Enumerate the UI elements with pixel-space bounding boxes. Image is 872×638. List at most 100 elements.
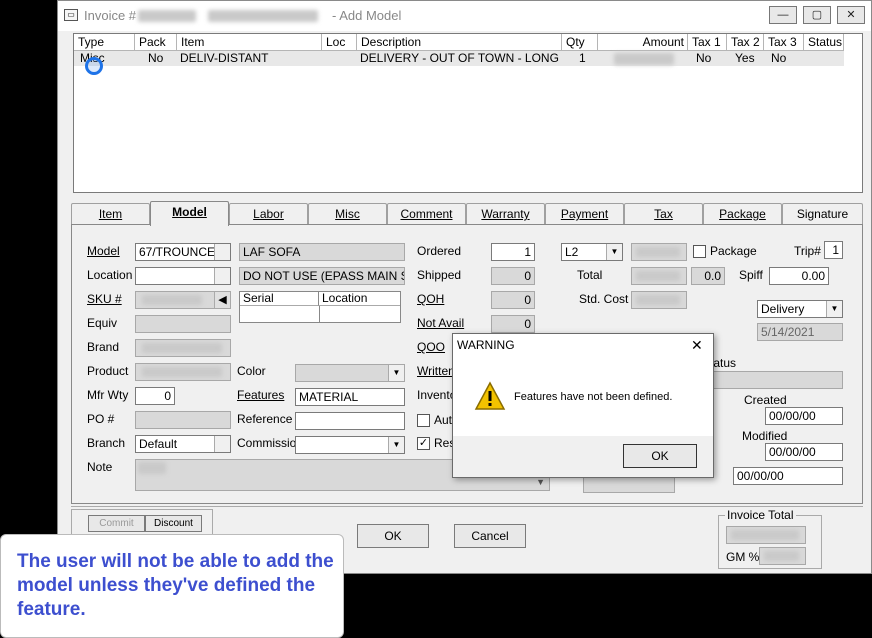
serial-table-divider [319, 306, 320, 322]
window-title-redacted [138, 10, 196, 22]
row-item: DELIV-DISTANT [180, 51, 269, 65]
color-select[interactable]: ▼ [295, 364, 405, 382]
model-description-field: LAF SOFA [239, 243, 405, 261]
minimize-button[interactable]: — [769, 6, 797, 24]
location-column-header[interactable]: Location [319, 292, 400, 306]
line-items-grid[interactable]: Type Pack Item Loc Description Qty Amoun… [73, 33, 863, 193]
tab-payment[interactable]: Payment [545, 203, 624, 224]
model-label[interactable]: Model [87, 244, 120, 258]
ok-button[interactable]: OK [357, 524, 429, 548]
branch-select[interactable]: Default [135, 435, 231, 453]
package-checkbox[interactable] [693, 245, 706, 258]
modified-field[interactable]: 00/00/00 [765, 443, 843, 461]
tab-labor[interactable]: Labor [229, 203, 308, 224]
close-button[interactable]: ✕ [837, 6, 865, 24]
price-level-dropdown-icon[interactable]: ▼ [606, 244, 622, 260]
extra-date-field[interactable]: 00/00/00 [733, 467, 843, 485]
std-cost-label: Std. Cost [579, 292, 629, 306]
product-field [135, 363, 231, 381]
column-header-tax3[interactable]: Tax 3 [764, 34, 804, 51]
sku-lookup-icon[interactable]: ◀ [214, 292, 230, 308]
tab-model[interactable]: Model [150, 201, 229, 226]
commission-select[interactable]: ▼ [295, 436, 405, 454]
tab-package[interactable]: Package [703, 203, 782, 224]
location-dropdown-icon[interactable] [214, 268, 230, 284]
qoh-label[interactable]: QOH [417, 292, 444, 306]
inventory-label: Invento [417, 388, 457, 402]
gm-label: GM % [726, 550, 760, 564]
model-field[interactable]: 67/TROUNCE ALI [135, 243, 231, 261]
row-tax3: No [771, 51, 787, 65]
qoo-label[interactable]: QOO [417, 340, 445, 354]
column-header-tax1[interactable]: Tax 1 [688, 34, 727, 51]
reference-label: Reference [237, 412, 293, 426]
cancel-button[interactable]: Cancel [454, 524, 526, 548]
features-label[interactable]: Features [237, 388, 284, 402]
tab-item[interactable]: Item [71, 203, 150, 224]
column-header-qty[interactable]: Qty [562, 34, 598, 51]
discount-button[interactable]: Discount [145, 515, 202, 532]
tab-signature[interactable]: Signature [782, 203, 863, 224]
serial-column-header[interactable]: Serial [240, 292, 319, 306]
spiff-field[interactable]: 0.00 [769, 267, 829, 285]
model-dropdown-icon[interactable] [214, 244, 230, 260]
features-field[interactable]: MATERIAL [295, 388, 405, 406]
spiff-label: Spiff [739, 268, 763, 282]
po-field [135, 411, 231, 429]
invoice-total-label: Invoice Total [725, 508, 796, 522]
column-header-amount[interactable]: Amount [598, 34, 688, 51]
row-amount-redacted [614, 53, 674, 65]
tab-warranty[interactable]: Warranty [466, 203, 545, 224]
ordered-label: Ordered [417, 244, 462, 258]
mfr-wty-label: Mfr Wty [87, 388, 129, 402]
dialog-close-icon[interactable]: ✕ [691, 337, 703, 354]
created-field[interactable]: 00/00/00 [765, 407, 843, 425]
mfr-wty-field[interactable]: 0 [135, 387, 175, 405]
delivery-select[interactable]: Delivery ▼ [757, 300, 843, 318]
tab-misc[interactable]: Misc [308, 203, 387, 224]
column-header-loc[interactable]: Loc [322, 34, 357, 51]
delivery-date-field: 5/14/2021 [757, 323, 843, 341]
column-header-type[interactable]: Type [74, 34, 135, 51]
res-checkbox[interactable]: ✓ [417, 437, 430, 450]
not-avail-label[interactable]: Not Avail [417, 316, 464, 330]
trip-field[interactable]: 1 [824, 241, 843, 259]
column-header-tax2[interactable]: Tax 2 [727, 34, 764, 51]
commit-button[interactable]: Commit [88, 515, 145, 532]
commission-dropdown-icon[interactable]: ▼ [388, 437, 404, 453]
click-cursor-icon [85, 57, 103, 75]
auto-checkbox[interactable] [417, 414, 430, 427]
delivery-dropdown-icon[interactable]: ▼ [826, 301, 842, 317]
branch-dropdown-icon[interactable] [214, 436, 230, 452]
ordered-field[interactable]: 1 [491, 243, 535, 261]
po-label: PO # [87, 412, 115, 426]
sku-label[interactable]: SKU # [87, 292, 122, 306]
warning-icon [474, 381, 506, 410]
note-label: Note [87, 460, 113, 474]
reference-field[interactable] [295, 412, 405, 430]
gm-redacted [764, 551, 799, 561]
dialog-ok-button[interactable]: OK [623, 444, 697, 468]
serial-location-table[interactable]: Serial Location [239, 291, 401, 323]
location-field[interactable] [135, 267, 231, 285]
color-dropdown-icon[interactable]: ▼ [388, 365, 404, 381]
dialog-title: WARNING [457, 338, 515, 352]
column-header-pack[interactable]: Pack [135, 34, 177, 51]
column-header-status[interactable]: Status [804, 34, 844, 51]
tab-tax[interactable]: Tax [624, 203, 703, 224]
brand-redacted [142, 343, 222, 353]
sku-field[interactable]: ◀ [135, 291, 231, 309]
brand-field [135, 339, 231, 357]
total-price-field [631, 267, 687, 285]
price-level-select[interactable]: L2 ▼ [561, 243, 623, 261]
window-title-prefix: Invoice # [84, 8, 137, 23]
column-header-description[interactable]: Description [357, 34, 562, 51]
tab-comment[interactable]: Comment [387, 203, 466, 224]
written-label[interactable]: Written [417, 364, 455, 378]
column-header-item[interactable]: Item [177, 34, 322, 51]
tutorial-callout: The user will not be able to add the mod… [0, 534, 344, 638]
row-qty: 1 [579, 51, 586, 65]
modified-label: Modified [742, 429, 788, 443]
note-redacted [138, 462, 166, 474]
maximize-button[interactable]: ▢ [803, 6, 831, 24]
